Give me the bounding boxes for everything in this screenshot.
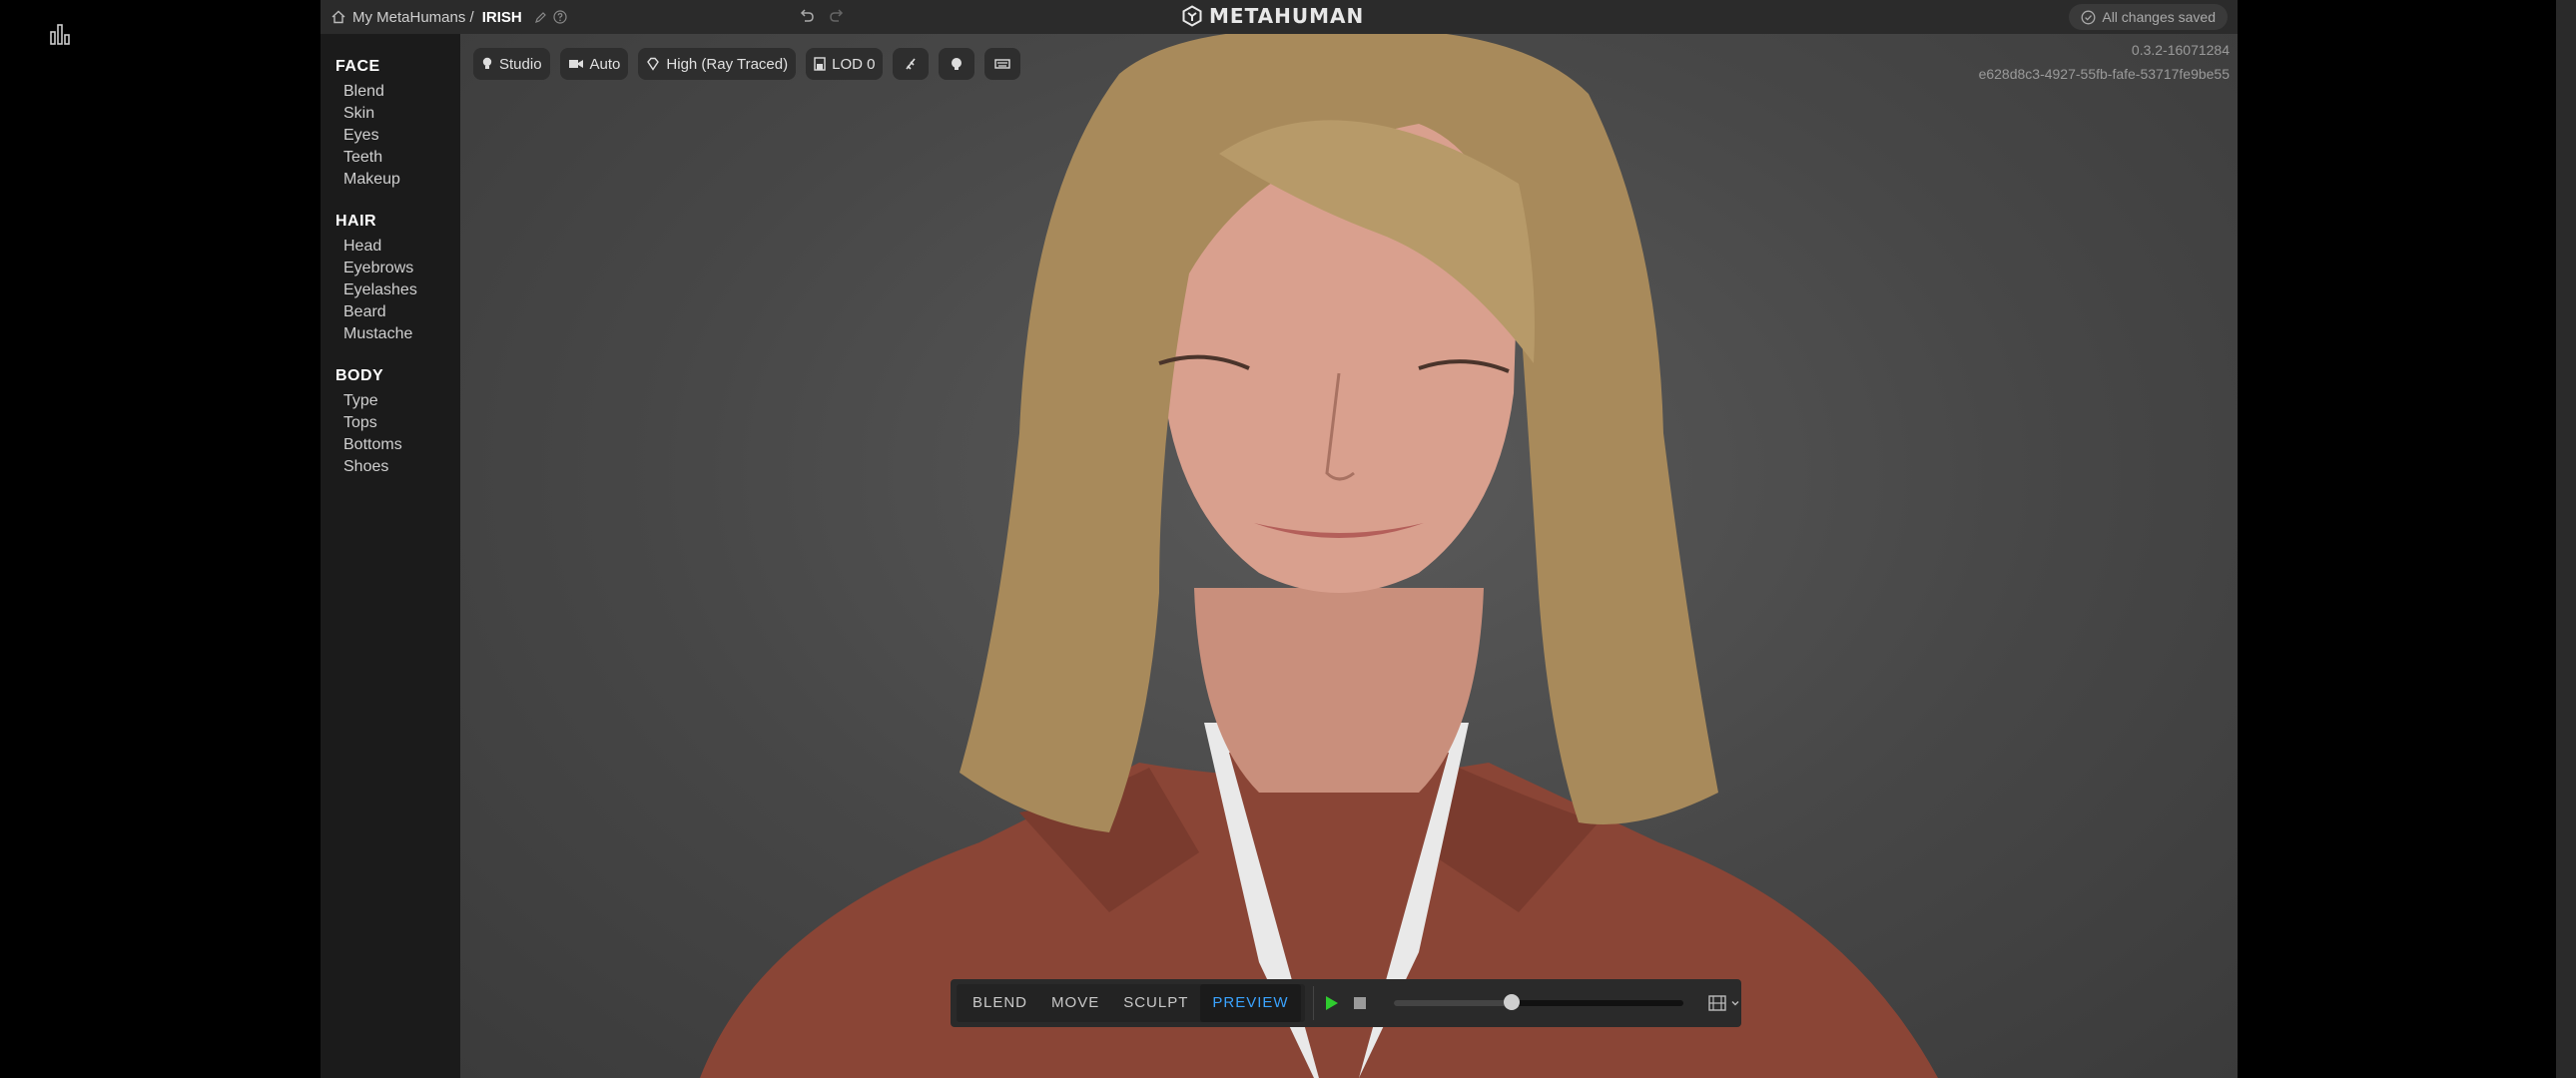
stats-icon[interactable] (48, 22, 72, 46)
undo-icon[interactable] (798, 7, 816, 25)
home-icon[interactable] (330, 9, 346, 25)
save-status-text: All changes saved (2102, 9, 2216, 25)
section-title-body[interactable]: BODY (321, 367, 460, 385)
version-info: 0.3.2-16071284 e628d8c3-4927-55fb-fafe-5… (1979, 38, 2230, 86)
lod-label: LOD 0 (832, 55, 876, 73)
sidebar-item-bottoms[interactable]: Bottoms (321, 434, 460, 456)
dna-button[interactable] (893, 48, 930, 80)
sidebar-item-eyes[interactable]: Eyes (321, 125, 460, 147)
lod-icon (814, 57, 826, 71)
section-title-face[interactable]: FACE (321, 58, 460, 76)
sidebar-item-blend[interactable]: Blend (321, 81, 460, 103)
sidebar-item-type[interactable]: Type (321, 390, 460, 412)
sidebar-section-hair: HAIR Head Eyebrows Eyelashes Beard Musta… (321, 213, 460, 345)
character-name: IRISH (481, 8, 522, 26)
metahuman-creator-app: My MetaHumans / IRISH METAHUMAN All chan… (321, 0, 2238, 1078)
lightbulb-icon (482, 57, 492, 69)
animation-dropdown[interactable] (1707, 994, 1740, 1012)
metahuman-logo-icon (1182, 5, 1202, 27)
sidebar-item-tops[interactable]: Tops (321, 412, 460, 434)
check-circle-icon (2081, 10, 2096, 24)
top-bar: My MetaHumans / IRISH METAHUMAN All chan… (321, 0, 2238, 34)
render-quality-button[interactable]: High (Ray Traced) (638, 48, 797, 80)
lighting-label: Studio (499, 55, 542, 73)
mode-selector: BLEND MOVE SCULPT PREVIEW (957, 984, 1305, 1022)
logo-text: METAHUMAN (1209, 4, 1365, 28)
page-scrollbar[interactable] (2556, 0, 2576, 1078)
diamond-icon (647, 57, 660, 71)
stop-icon[interactable] (1352, 995, 1368, 1011)
mode-sculpt-button[interactable]: SCULPT (1111, 984, 1200, 1022)
sidebar-item-beard[interactable]: Beard (321, 301, 460, 323)
lod-button[interactable]: LOD 0 (806, 48, 884, 80)
play-icon[interactable] (1322, 994, 1340, 1012)
camera-label: Auto (589, 55, 621, 73)
help-icon[interactable] (553, 10, 567, 24)
version-number: 0.3.2-16071284 (2131, 42, 2230, 58)
character-render (700, 34, 1938, 1078)
section-title-hair[interactable]: HAIR (321, 213, 460, 231)
chevron-down-icon (1731, 1001, 1739, 1006)
viewport-toolbar: Studio Auto High (Ray Traced) LOD 0 (473, 48, 1021, 80)
timeline-slider[interactable] (1393, 994, 1683, 1010)
timeline-handle[interactable] (1504, 994, 1521, 1010)
mode-move-button[interactable]: MOVE (1039, 984, 1111, 1022)
camera-button[interactable]: Auto (559, 48, 629, 80)
metahuman-logo: METAHUMAN (1181, 4, 1364, 28)
playback-controls (1322, 994, 1740, 1012)
video-camera-icon (568, 60, 583, 68)
mode-blend-button[interactable]: BLEND (961, 984, 1039, 1022)
sidebar-item-eyelashes[interactable]: Eyelashes (321, 279, 460, 301)
breadcrumb-root[interactable]: My MetaHumans / (352, 9, 474, 26)
sidebar-item-head[interactable]: Head (321, 236, 460, 258)
lighting-button[interactable]: Studio (473, 48, 550, 80)
mode-preview-button[interactable]: PREVIEW (1200, 984, 1301, 1022)
redo-icon[interactable] (828, 7, 846, 25)
sidebar-item-eyebrows[interactable]: Eyebrows (321, 258, 460, 279)
head-view-button[interactable] (939, 48, 975, 80)
sidebar-section-face: FACE Blend Skin Eyes Teeth Makeup (321, 58, 460, 191)
sidebar-item-shoes[interactable]: Shoes (321, 456, 460, 478)
category-sidebar: FACE Blend Skin Eyes Teeth Makeup HAIR H… (321, 34, 460, 1078)
bottom-mode-bar: BLEND MOVE SCULPT PREVIEW (951, 979, 1741, 1027)
keyboard-icon (994, 59, 1011, 69)
build-guid: e628d8c3-4927-55fb-fafe-53717fe9be55 (1978, 66, 2230, 82)
save-status-badge: All changes saved (2069, 4, 2228, 30)
edit-name-icon[interactable] (534, 11, 547, 24)
sidebar-item-mustache[interactable]: Mustache (321, 323, 460, 345)
breadcrumb: My MetaHumans / IRISH (330, 0, 567, 34)
sidebar-section-body: BODY Type Tops Bottoms Shoes (321, 367, 460, 478)
mode-divider (1312, 986, 1314, 1020)
render-quality-label: High (Ray Traced) (666, 55, 789, 73)
sidebar-item-skin[interactable]: Skin (321, 103, 460, 125)
film-icon (1707, 995, 1726, 1011)
sidebar-item-makeup[interactable]: Makeup (321, 169, 460, 191)
sidebar-item-teeth[interactable]: Teeth (321, 147, 460, 169)
keyboard-shortcuts-button[interactable] (984, 48, 1021, 80)
character-viewport[interactable]: Studio Auto High (Ray Traced) LOD 0 0.3.… (460, 34, 2238, 1078)
dna-icon (906, 58, 917, 70)
history-controls (798, 7, 846, 25)
head-icon (952, 58, 963, 70)
timeline-progress (1393, 1000, 1513, 1006)
